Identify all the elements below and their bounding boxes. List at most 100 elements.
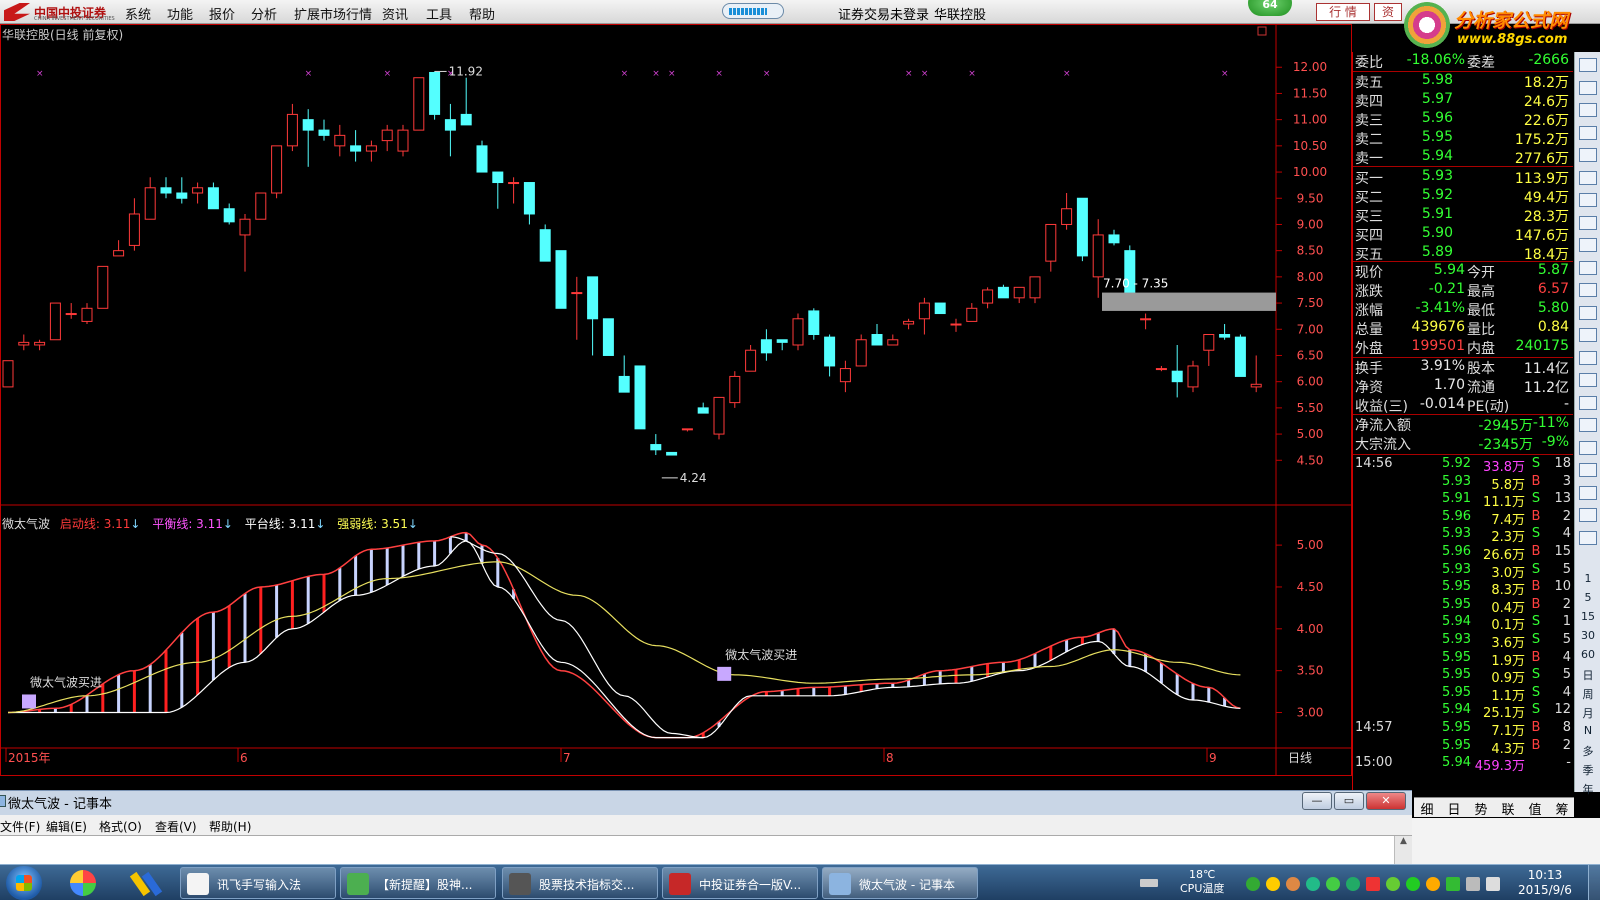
tick-row[interactable]: 5.95 0.4万 B 2 <box>1353 597 1573 616</box>
tick-row[interactable]: 5.93 5.8万 B 3 <box>1353 474 1573 493</box>
period-button-5[interactable]: 日 <box>1575 667 1600 683</box>
close-button[interactable]: ✕ <box>1366 792 1406 810</box>
notepad-menu-file[interactable]: 文件(F) <box>0 818 40 835</box>
notification-badge[interactable]: 64 <box>1248 0 1292 16</box>
menu-news[interactable]: 资讯 <box>382 4 408 23</box>
tick-row[interactable]: 5.93 3.6万 S 5 <box>1353 632 1573 651</box>
tick-row[interactable]: 5.96 7.4万 B 2 <box>1353 509 1573 528</box>
tray-user-icon[interactable] <box>1286 877 1300 891</box>
tray-wechat-icon[interactable] <box>1326 877 1340 891</box>
period-button-0[interactable]: 1 <box>1575 572 1600 585</box>
kline-chart[interactable]: 12.00 11.50 11.00 10.50 10.00 9.50 9.00 8.50 8.0… <box>0 24 1352 776</box>
tick-row[interactable]: 14:56 5.92 33.8万 S 18 <box>1353 456 1573 475</box>
period-button-2[interactable]: 15 <box>1575 610 1600 623</box>
tick-row[interactable]: 5.96 26.6万 B 15 <box>1353 544 1573 563</box>
period-button-8[interactable]: N <box>1575 724 1600 737</box>
tick-row[interactable]: 5.95 1.1万 S 4 <box>1353 685 1573 704</box>
period-button-1[interactable]: 5 <box>1575 591 1600 604</box>
keyboard-icon[interactable] <box>1140 879 1158 887</box>
panel-tab-5[interactable]: 筹 <box>1549 799 1575 818</box>
info-tab-button[interactable]: 资 <box>1374 3 1402 21</box>
toolbar-icon[interactable] <box>1579 440 1597 455</box>
menu-extended-market[interactable]: 扩展市场行情 <box>294 4 372 23</box>
tray-cloud-icon[interactable] <box>1426 877 1440 891</box>
tick-row[interactable]: 5.95 1.9万 B 4 <box>1353 650 1573 669</box>
toolbar-icon[interactable] <box>1579 215 1597 230</box>
show-desktop-button[interactable] <box>1588 865 1600 900</box>
toolbar-icon[interactable] <box>1579 395 1597 410</box>
toolbar-icon[interactable] <box>1579 238 1597 252</box>
tray-app-icon[interactable] <box>1246 877 1260 891</box>
toolbar-icon[interactable] <box>1579 508 1597 522</box>
quote-tab-button[interactable]: 行 情 <box>1316 3 1370 21</box>
shield-icon[interactable] <box>1446 877 1460 891</box>
panel-tab-3[interactable]: 联 <box>1495 799 1521 818</box>
taskbar-item[interactable]: 【新提醒】股神... <box>340 867 496 899</box>
tray-download-icon[interactable] <box>1386 877 1400 891</box>
toolbar-icon[interactable] <box>1579 350 1597 365</box>
period-button-6[interactable]: 周 <box>1575 686 1600 702</box>
tray-chat-icon[interactable] <box>1346 877 1360 891</box>
menu-function[interactable]: 功能 <box>167 4 193 23</box>
tick-row[interactable]: 5.95 4.3万 B 2 <box>1353 738 1573 757</box>
toolbar-icon[interactable] <box>1579 193 1597 207</box>
maximize-button[interactable]: ▭ <box>1334 792 1364 810</box>
menu-analysis[interactable]: 分析 <box>251 4 277 23</box>
tick-row[interactable]: 14:57 5.95 7.1万 B 8 <box>1353 720 1573 739</box>
menu-tools[interactable]: 工具 <box>426 4 452 23</box>
toolbar-icon[interactable] <box>1579 463 1597 477</box>
toolbar-icon[interactable] <box>1579 530 1597 545</box>
notepad-menu-format[interactable]: 格式(O) <box>99 818 142 835</box>
toolbar-icon[interactable] <box>1579 373 1597 387</box>
period-button-3[interactable]: 30 <box>1575 629 1600 642</box>
panel-tab-4[interactable]: 值 <box>1522 799 1548 818</box>
tray-monitor-icon[interactable] <box>1366 877 1380 891</box>
toolbar-icon[interactable] <box>1579 125 1597 140</box>
tick-row[interactable]: 5.95 8.3万 B 10 <box>1353 579 1573 598</box>
pinned-app-icon[interactable] <box>62 868 106 898</box>
notepad-window[interactable]: 微太气波 - 记事本 — ▭ ✕ 文件(F) 编辑(E) 格式(O) 查看(V)… <box>0 790 1412 866</box>
tick-row[interactable]: 5.93 3.0万 S 5 <box>1353 562 1573 581</box>
taskbar-item[interactable]: 讯飞手写输入法 <box>180 867 336 899</box>
tick-row[interactable]: 5.93 2.3万 S 4 <box>1353 526 1573 545</box>
pinned-tool-icon[interactable] <box>124 868 168 898</box>
notepad-menu-help[interactable]: 帮助(H) <box>209 818 251 835</box>
period-button-9[interactable]: 多 <box>1575 743 1600 759</box>
toolbar-icon[interactable] <box>1579 485 1597 500</box>
taskbar-item[interactable]: 股票技术指标交... <box>502 867 658 899</box>
toolbar-icon[interactable] <box>1579 80 1597 95</box>
panel-tab-1[interactable]: 日 <box>1441 799 1467 818</box>
chart-canvas[interactable]: 12.00 11.50 11.00 10.50 10.00 9.50 9.00 8.50 8.0… <box>0 24 1352 776</box>
panel-tab-2[interactable]: 势 <box>1468 799 1494 818</box>
taskbar-item[interactable]: 微太气波 - 记事本 <box>822 867 978 899</box>
taskbar-item[interactable]: 中投证券合一版V... <box>662 867 818 899</box>
menu-quote[interactable]: 报价 <box>209 4 235 23</box>
panel-tab-0[interactable]: 细 <box>1414 799 1440 818</box>
notepad-menu-edit[interactable]: 编辑(E) <box>46 818 87 835</box>
scrollbar[interactable]: ▲ <box>1394 836 1412 866</box>
tray-security-icon[interactable] <box>1306 877 1320 891</box>
toolbar-icon[interactable] <box>1579 305 1597 320</box>
period-button-4[interactable]: 60 <box>1575 648 1600 661</box>
toolbar-icon[interactable] <box>1579 148 1597 162</box>
tick-row[interactable]: 5.95 0.9万 S 5 <box>1353 667 1573 686</box>
menu-system[interactable]: 系统 <box>125 4 151 23</box>
tray-plus-icon[interactable] <box>1406 877 1420 891</box>
system-clock[interactable]: 10:13 2015/9/6 <box>1512 868 1578 898</box>
period-button-7[interactable]: 月 <box>1575 705 1600 721</box>
tick-row[interactable]: 15:00 5.94 459.3万 - <box>1353 755 1573 774</box>
toolbar-icon[interactable] <box>1579 328 1597 342</box>
toolbar-icon[interactable] <box>1579 103 1597 117</box>
toolbar-icon[interactable] <box>1579 58 1597 72</box>
volume-icon[interactable] <box>1486 877 1500 891</box>
minimize-button[interactable]: — <box>1302 792 1332 810</box>
notepad-text-area[interactable]: ▲ <box>0 835 1412 866</box>
network-icon[interactable] <box>1466 877 1480 891</box>
tick-row[interactable]: 5.91 11.1万 S 13 <box>1353 491 1573 510</box>
tick-row[interactable]: 5.94 25.1万 S 12 <box>1353 702 1573 721</box>
toolbar-icon[interactable] <box>1579 170 1597 185</box>
toolbar-icon[interactable] <box>1579 260 1597 275</box>
qq-icon[interactable] <box>1266 877 1280 891</box>
notepad-menu-view[interactable]: 查看(V) <box>155 818 197 835</box>
start-button[interactable] <box>6 866 42 900</box>
